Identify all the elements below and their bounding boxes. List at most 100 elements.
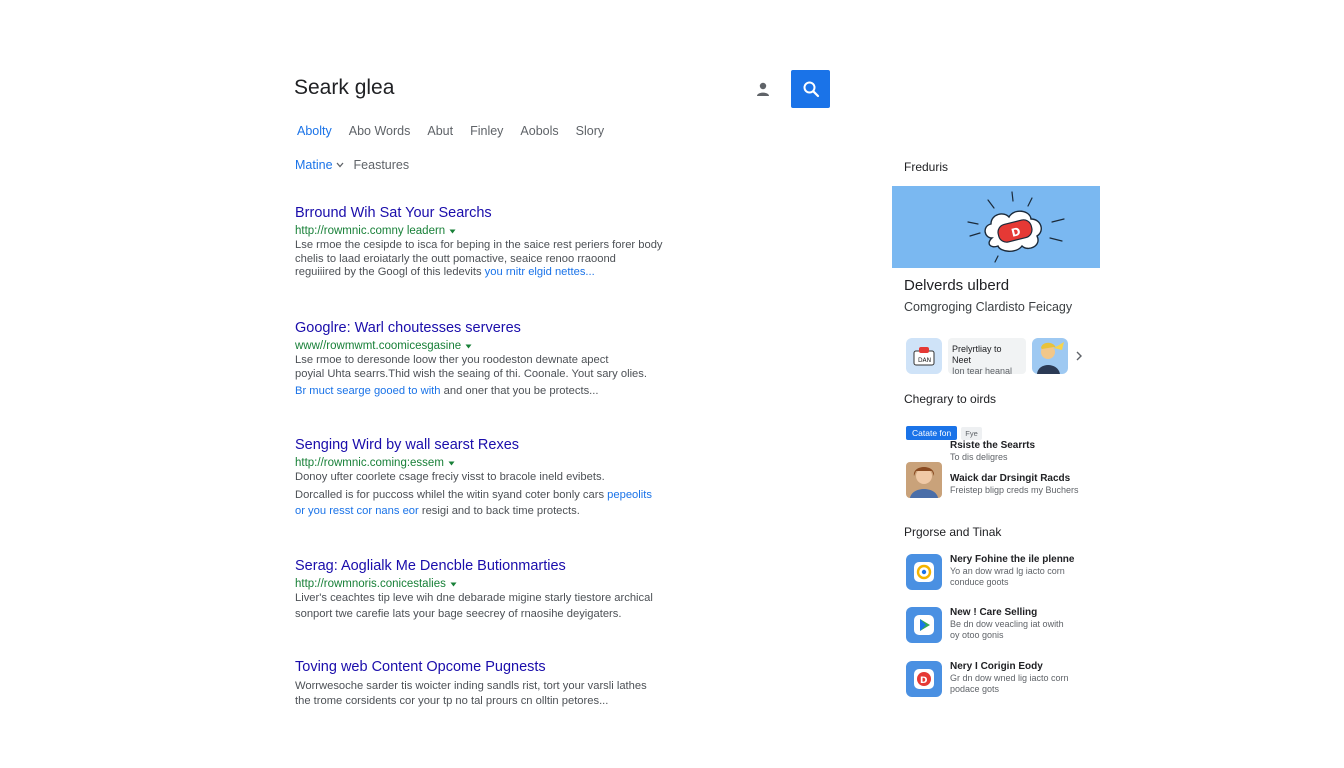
list-item-sub: Freistep bligp creds my Buchers xyxy=(950,485,1079,495)
list-item[interactable]: Nery Fohine the ile plenne Yo an dow wra… xyxy=(906,554,1074,590)
search-result: Toving web Content Opcome Pugnests Worrw… xyxy=(295,658,705,708)
result-snippet: Dorcalled is for puccoss whilel the witi… xyxy=(295,489,705,503)
result-url[interactable]: http://rowmnoris.conicestalies xyxy=(295,577,705,592)
list-item[interactable]: Waick dar Drsingit Racds Freistep bligp … xyxy=(906,462,1079,498)
list-item-sub: podace gots xyxy=(950,684,1000,694)
search-icon xyxy=(803,81,819,98)
list-item-sub: conduce goots xyxy=(950,577,1009,587)
result-url[interactable]: http://rowmnic.comny leadern xyxy=(295,224,705,239)
result-snippet-link[interactable]: or you resst cor nans eor xyxy=(295,505,419,517)
result-title[interactable]: Senging Wird by wall searst Rexes xyxy=(295,436,705,454)
result-snippet: reguiiired by the Googl of this ledevits… xyxy=(295,266,705,280)
result-snippet: sonport twe carefie lats your bage seecr… xyxy=(295,607,622,620)
search-result: Brround Wih Sat Your Searchs http://rowm… xyxy=(295,204,705,280)
app-icon[interactable]: DAN xyxy=(906,338,942,374)
panel-heading: Freduris xyxy=(904,160,949,174)
result-url[interactable]: http://rowmnic.coming:essem xyxy=(295,456,705,471)
result-snippet: Donoy ufter coorlete csage freciy visst … xyxy=(295,471,605,483)
result-snippet: Br muct searge gooed to with and oner th… xyxy=(295,385,705,399)
result-title[interactable]: Toving web Content Opcome Pugnests xyxy=(295,658,705,676)
filter-dropdown-label: Matine xyxy=(295,158,333,172)
result-url-text: http://rowmnic.comny leadern xyxy=(295,225,446,237)
result-snippet-text: and oner that you be protects... xyxy=(440,385,599,397)
play-icon xyxy=(906,607,942,643)
account-icon[interactable] xyxy=(752,78,774,100)
tab-all[interactable]: Abolty xyxy=(297,124,332,138)
result-snippet-text: reguiiired by the Googl of this ledevits xyxy=(295,266,485,278)
tab-about[interactable]: Abut xyxy=(427,124,453,138)
list-item-title: New ! Care Selling xyxy=(950,607,1038,618)
svg-text:D: D xyxy=(920,676,927,686)
search-result: Serag: Aoglialk Me Dencble Butionmarties… xyxy=(295,557,705,621)
caret-down-icon xyxy=(448,461,455,466)
result-url-text: http://rowmnic.coming:essem xyxy=(295,457,444,469)
app-icon: D xyxy=(906,661,942,697)
result-snippet: Lse rmoe the cesipde to isca for beping … xyxy=(295,239,663,251)
result-snippet-link[interactable]: Br muct searge gooed to with xyxy=(295,385,441,397)
list-item-sub: Yo an dow wrad lg iacto corn xyxy=(950,566,1065,576)
list-item[interactable]: D Nery I Corigin Eody Gr dn dow wned lig… xyxy=(906,661,1069,697)
search-header: Seark glea xyxy=(294,70,830,108)
search-result: Senging Wird by wall searst Rexes http:/… xyxy=(295,436,705,519)
tab-slory[interactable]: Slory xyxy=(576,124,604,138)
knowledge-panel: Freduris xyxy=(892,160,1100,174)
result-snippet: Worrwesoche sarder tis woicter inding sa… xyxy=(295,680,647,692)
caret-down-icon xyxy=(465,344,472,349)
panel-title: Delverds ulberd xyxy=(904,277,1010,294)
chevron-right-icon[interactable] xyxy=(1074,350,1084,362)
filter-features[interactable]: Feastures xyxy=(354,158,410,172)
avatar xyxy=(906,462,942,498)
result-title[interactable]: Brround Wih Sat Your Searchs xyxy=(295,204,705,222)
tab-words[interactable]: Abo Words xyxy=(349,124,411,138)
result-snippet: Liver's ceachtes tip leve wih dne debara… xyxy=(295,592,653,604)
result-snippet: the trome corsidents cor your tp no tal … xyxy=(295,694,609,707)
result-snippet-link[interactable]: pepeolits xyxy=(607,489,652,501)
category-tag[interactable]: Fye xyxy=(961,426,982,440)
list-item-title: Nery Fohine the ile plenne xyxy=(950,554,1075,565)
person-thumbnail[interactable] xyxy=(1032,338,1068,374)
result-url[interactable]: www//rowmwmt.coomicesgasine xyxy=(295,339,705,354)
result-title[interactable]: Googlre: Warl choutesses serveres xyxy=(295,319,705,337)
result-snippet-text: Dorcalled is for puccoss whilel the witi… xyxy=(295,488,608,501)
search-result: Googlre: Warl choutesses serveres www//r… xyxy=(295,319,705,399)
section-heading: Chegrary to oirds xyxy=(904,392,997,406)
list-item-title: Waick dar Drsingit Racds xyxy=(950,473,1071,484)
caret-down-icon xyxy=(450,582,457,587)
panel-carousel: DAN Prelyrtliay to Neet Ion tear heanal xyxy=(906,338,1084,374)
result-snippet: Lse rmoe to deresonde loow ther you rood… xyxy=(295,354,609,366)
list-item[interactable]: New ! Care Selling Be dn dow veacling ia… xyxy=(906,607,1064,643)
chevron-down-icon xyxy=(336,162,344,168)
result-snippet-link[interactable]: you rnitr elgid nettes... xyxy=(485,266,595,278)
list-item[interactable]: Rsiste the Searrts To dis deligres xyxy=(950,440,1035,463)
panel-hero-image[interactable]: D xyxy=(892,186,1100,268)
search-button[interactable] xyxy=(791,70,830,108)
carousel-card-title: Prelyrtliay to Neet xyxy=(952,344,1002,365)
filter-dropdown[interactable]: Matine xyxy=(295,158,344,172)
filter-bar: Matine Feastures xyxy=(295,158,409,172)
list-item-sub: oy otoo gonis xyxy=(950,630,1004,640)
result-snippet: poyial Uhta searrs.Thid wish the seaing … xyxy=(295,367,647,380)
tab-finley[interactable]: Finley xyxy=(470,124,503,138)
result-title[interactable]: Serag: Aoglialk Me Dencble Butionmarties xyxy=(295,557,705,575)
section-heading: Prgorse and Tinak xyxy=(904,525,1002,539)
category-badge[interactable]: Catate fon xyxy=(906,426,958,440)
search-query[interactable]: Seark glea xyxy=(294,76,394,100)
list-item-title: Nery I Corigin Eody xyxy=(950,661,1043,672)
result-snippet: chelis to laad eroiatarly the outt pomac… xyxy=(295,252,616,265)
badge-row: Catate fon Fye xyxy=(906,426,982,440)
list-item-title: Rsiste the Searrts xyxy=(950,440,1036,451)
result-url-text: www//rowmwmt.coomicesgasine xyxy=(295,340,462,352)
tab-aobols[interactable]: Aobols xyxy=(520,124,558,138)
caret-down-icon xyxy=(449,229,456,234)
result-url-text: http://rowmnoris.conicestalies xyxy=(295,578,446,590)
result-snippet-text: resigi and to back time protects. xyxy=(418,505,580,517)
search-tabs: Abolty Abo Words Abut Finley Aobols Slor… xyxy=(297,124,604,138)
panel-subtitle: Comgroging Clardisto Feicagy xyxy=(904,300,1073,314)
app-icon xyxy=(906,554,942,590)
list-item-sub: Be dn dow veacling iat owith xyxy=(950,619,1064,629)
list-item-sub: Gr dn dow wned lig iacto corn xyxy=(950,673,1069,683)
svg-text:DAN: DAN xyxy=(918,357,931,364)
carousel-card[interactable]: Prelyrtliay to Neet Ion tear heanal xyxy=(948,338,1026,374)
carousel-card-sub: Ion tear heanal xyxy=(952,366,1013,374)
result-snippet: or you resst cor nans eor resigi and to … xyxy=(295,505,705,519)
